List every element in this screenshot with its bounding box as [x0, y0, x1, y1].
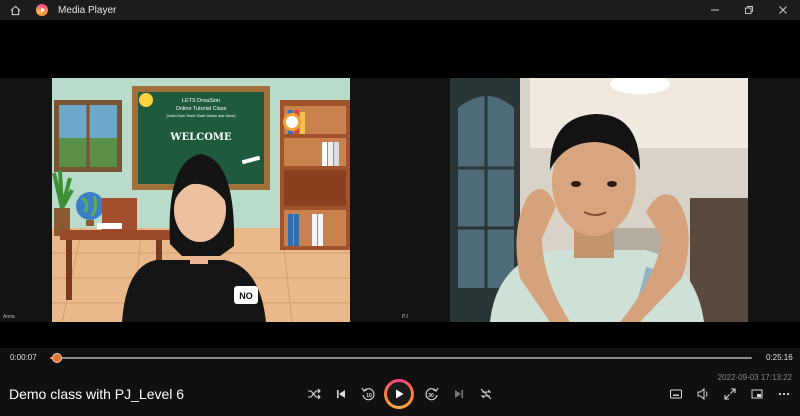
participant-video-right [450, 78, 748, 322]
webcam-scene [450, 78, 748, 322]
window-controls [698, 0, 800, 20]
title-bar: Media Player [0, 0, 800, 20]
aspect-ratio-icon[interactable] [667, 385, 685, 403]
window-title: Media Player [58, 4, 117, 16]
participant-video-left: LETS DreaSion Online Tutorial Class (Lea… [52, 78, 350, 322]
video-timestamp: 2022-09-03 17:13:22 [717, 373, 792, 382]
play-button-inner [387, 382, 411, 406]
previous-icon[interactable] [332, 385, 350, 403]
board-line-1: LETS DreaSion [182, 98, 220, 104]
board-line-2: Online Tutorial Class [176, 106, 227, 112]
more-icon[interactable] [775, 385, 793, 403]
skip-back-10-icon[interactable]: 10 [359, 385, 377, 403]
seek-bar[interactable] [50, 357, 752, 359]
volume-icon[interactable] [694, 385, 712, 403]
play-icon [396, 389, 404, 399]
virtual-classroom-background: LETS DreaSion Online Tutorial Class (Lea… [52, 78, 350, 322]
media-player-icon [36, 4, 48, 16]
seek-thumb[interactable] [51, 353, 62, 363]
participant-name-right: PJ [402, 314, 408, 320]
elapsed-time: 0:00:07 [10, 353, 37, 362]
skip-forward-30-icon[interactable]: 30 [423, 385, 441, 403]
skip-back-label: 10 [366, 393, 372, 399]
minimize-icon[interactable] [698, 0, 732, 20]
media-title: Demo class with PJ_Level 6 [9, 386, 185, 402]
play-button[interactable] [384, 379, 414, 409]
board-line-3: (Learn Earn Teach Share Dream and Vision… [166, 114, 235, 118]
participant-name-left: Anna [3, 314, 15, 320]
repeat-icon[interactable] [477, 385, 495, 403]
close-icon[interactable] [766, 0, 800, 20]
miniplayer-icon[interactable] [748, 385, 766, 403]
next-icon[interactable] [450, 385, 468, 403]
shirt-logo-text: NO [239, 291, 253, 301]
board-welcome: WELCOME [169, 132, 232, 143]
shuffle-icon[interactable] [305, 385, 323, 403]
fullscreen-icon[interactable] [721, 385, 739, 403]
restore-icon[interactable] [732, 0, 766, 20]
total-time: 0:25:16 [766, 353, 793, 362]
home-icon[interactable] [8, 3, 22, 17]
skip-forward-label: 30 [428, 393, 434, 399]
